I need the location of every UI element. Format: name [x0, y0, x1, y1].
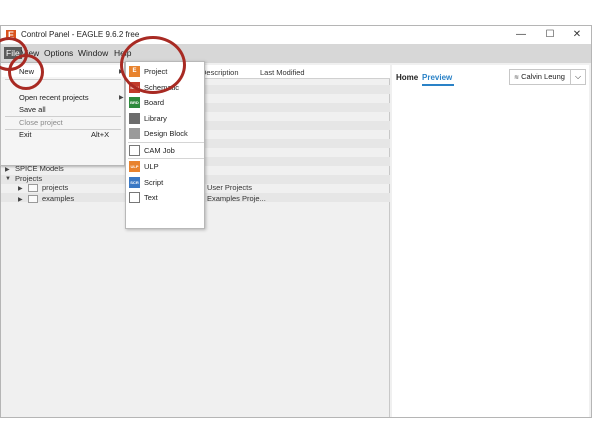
board-icon: BRD — [129, 97, 140, 108]
library-icon — [129, 113, 140, 124]
tab-preview[interactable]: Preview — [422, 73, 452, 82]
column-description[interactable]: Description — [201, 68, 239, 77]
new-cam-job-item[interactable]: CAM Job — [144, 146, 175, 155]
exit-shortcut: Alt+X — [91, 130, 110, 139]
new-ulp-item[interactable]: ULP — [144, 162, 159, 171]
expand-arrow-icon[interactable]: ▶ — [5, 166, 10, 173]
submenu-arrow-icon: ▶ — [119, 95, 124, 101]
file-menu-exit[interactable]: Exit — [19, 130, 32, 139]
highlight-circle-project — [120, 36, 186, 94]
tree-item-projects-folder[interactable]: projects — [42, 183, 68, 192]
menu-separator — [5, 116, 121, 117]
tree-item-projects[interactable]: Projects — [15, 174, 42, 183]
chevron-down-icon[interactable]: ⌵ — [570, 69, 586, 85]
design-block-icon — [129, 128, 140, 139]
expand-arrow-icon[interactable]: ▶ — [18, 185, 23, 192]
menu-window[interactable]: Window — [78, 48, 108, 58]
wifi-icon: ≋ — [514, 75, 520, 81]
expand-arrow-icon[interactable]: ▶ — [18, 196, 23, 203]
new-board-item[interactable]: Board — [144, 98, 164, 107]
maximize-button[interactable]: ☐ — [536, 27, 564, 43]
column-last-modified[interactable]: Last Modified — [260, 68, 305, 77]
menu-options[interactable]: Options — [44, 48, 73, 58]
collapse-arrow-icon[interactable]: ▼ — [5, 176, 11, 182]
window-title: Control Panel - EAGLE 9.6.2 free — [21, 30, 140, 39]
new-script-item[interactable]: Script — [144, 178, 163, 187]
highlight-circle-new — [8, 54, 44, 90]
cam-job-icon — [129, 145, 140, 156]
tree-item-examples-folder[interactable]: examples — [42, 194, 74, 203]
new-design-block-item[interactable]: Design Block — [144, 129, 188, 138]
tab-home[interactable]: Home — [396, 73, 418, 82]
menu-separator — [128, 142, 204, 143]
text-icon — [129, 192, 140, 203]
menu-bar: File View Options Window Help — [1, 44, 591, 63]
folder-icon — [28, 195, 38, 203]
new-text-item[interactable]: Text — [144, 193, 158, 202]
script-icon: SCR — [129, 177, 140, 188]
ulp-icon: ULP — [129, 161, 140, 172]
projects-description: User Projects — [207, 183, 253, 192]
preview-tab-underline — [422, 84, 454, 86]
title-bar: E Control Panel - EAGLE 9.6.2 free — ☐ ✕ — [1, 26, 591, 44]
examples-description: Examples Proje... — [207, 194, 266, 203]
file-menu-close-project: Close project — [19, 118, 63, 127]
menu-separator — [128, 158, 204, 159]
file-menu-save-all[interactable]: Save all — [19, 105, 46, 114]
preview-panel: Home Preview ≋ Calvin Leung ⌵ — [392, 65, 589, 417]
minimize-button[interactable]: — — [507, 27, 535, 43]
user-account-button[interactable]: ≋ Calvin Leung — [509, 69, 571, 85]
new-library-item[interactable]: Library — [144, 114, 167, 123]
close-button[interactable]: ✕ — [563, 27, 591, 43]
user-name: Calvin Leung — [521, 72, 565, 81]
folder-icon — [28, 184, 38, 192]
file-menu-open-recent[interactable]: Open recent projects — [19, 93, 89, 102]
